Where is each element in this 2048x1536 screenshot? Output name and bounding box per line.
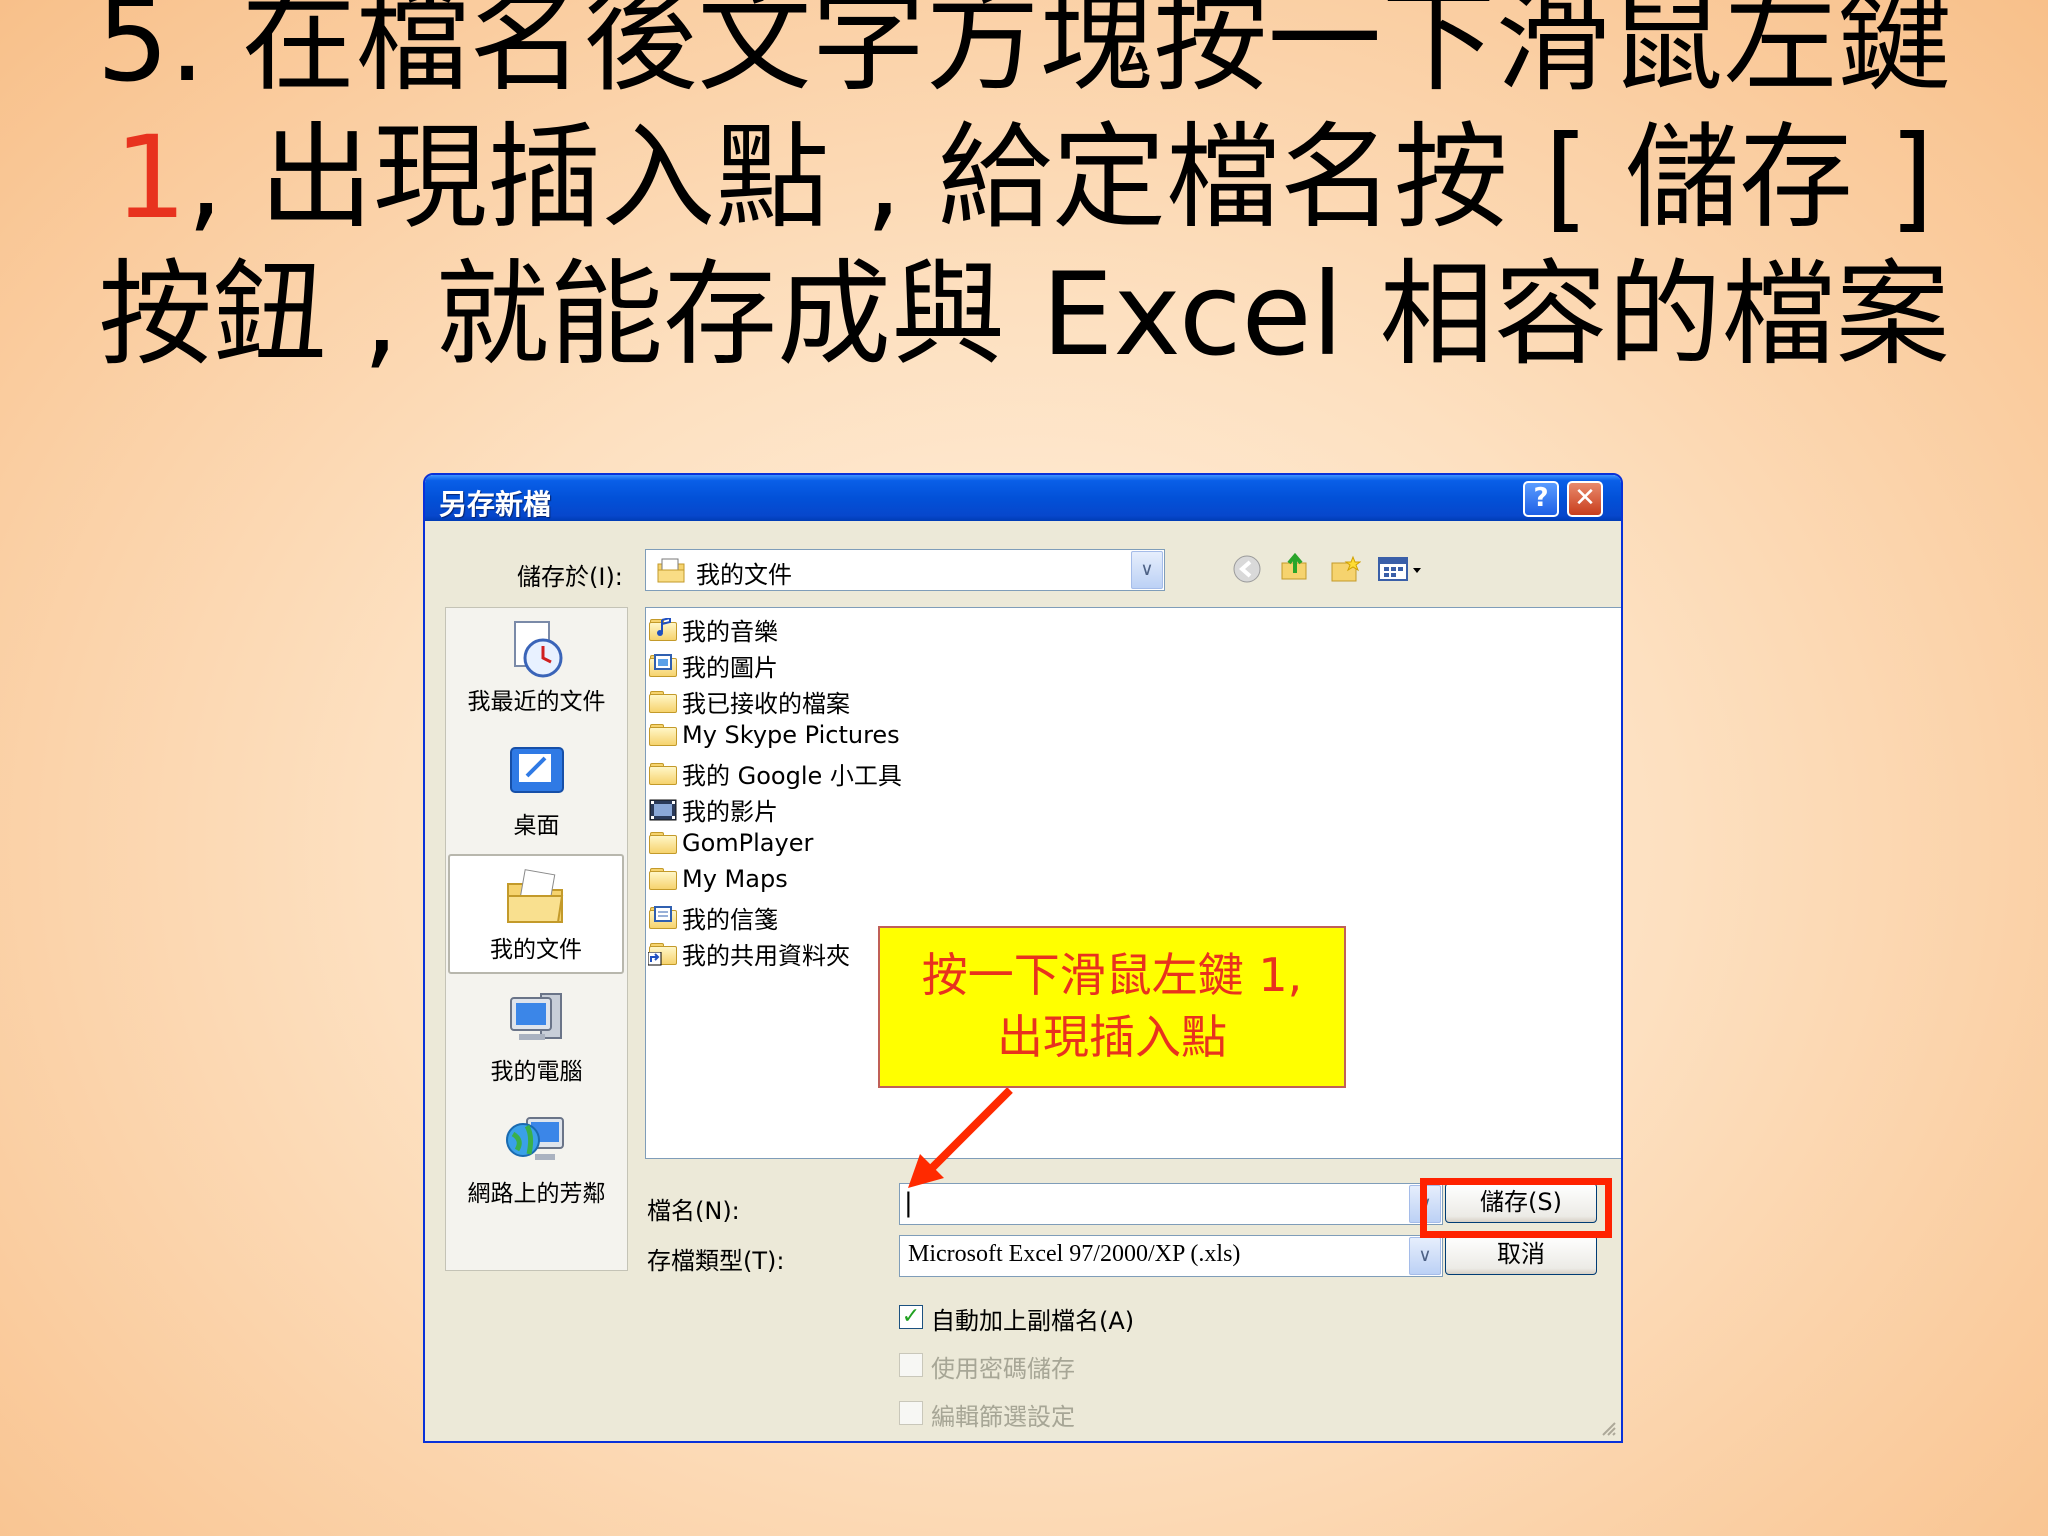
title-step-number: 1 <box>114 111 187 244</box>
slide-title: 5. 在檔名後文字方塊按一下滑鼠左鍵 1, 出現插入點 , 給定檔名按 [ 儲存… <box>60 0 1988 383</box>
stationery-folder-icon <box>648 905 678 930</box>
save-button-highlight <box>1420 1178 1612 1238</box>
recent-documents-icon <box>505 618 569 680</box>
desktop-icon <box>505 742 569 804</box>
my-documents-small-icon <box>656 556 686 584</box>
save-in-dropdown[interactable]: 我的文件 ∨ <box>645 549 1165 591</box>
my-documents-icon <box>504 866 568 928</box>
place-label: 我的電腦 <box>490 1059 583 1085</box>
callout-arrow-icon <box>908 1087 1013 1188</box>
folder-icon <box>648 723 678 747</box>
place-desktop[interactable]: 桌面 <box>446 732 627 852</box>
video-folder-icon <box>648 798 678 822</box>
filetype-label: 存檔類型(T): <box>647 1247 785 1275</box>
back-icon[interactable] <box>1231 553 1263 585</box>
help-button[interactable]: ? <box>1523 481 1559 517</box>
place-label: 我最近的文件 <box>467 689 606 715</box>
place-my-documents[interactable]: 我的文件 <box>448 854 624 974</box>
place-label: 我的文件 <box>490 937 582 963</box>
auto-extension-label: 自動加上副檔名(A) <box>931 1307 1135 1335</box>
place-my-computer[interactable]: 我的電腦 <box>446 978 627 1098</box>
list-item[interactable]: My Skype Pictures <box>648 720 900 754</box>
filter-settings-label: 編輯篩選設定 <box>931 1403 1075 1431</box>
folder-icon <box>648 762 678 786</box>
dialog-titlebar[interactable]: 另存新檔 ? ✕ <box>425 475 1621 521</box>
list-item[interactable]: 我已接收的檔案 <box>648 684 850 718</box>
resize-grip-icon[interactable] <box>1597 1417 1617 1437</box>
chevron-down-icon[interactable]: ∨ <box>1409 1237 1441 1275</box>
filter-settings-checkbox <box>899 1401 923 1425</box>
password-save-checkbox <box>899 1353 923 1377</box>
list-item[interactable]: 我的 Google 小工具 <box>648 756 902 790</box>
save-in-value: 我的文件 <box>696 561 792 589</box>
filename-label: 檔名(N): <box>647 1197 740 1225</box>
callout-line-2: 出現插入點 <box>997 1010 1227 1064</box>
folder-icon <box>648 867 678 891</box>
list-item[interactable]: 我的圖片 <box>648 648 778 682</box>
up-folder-icon[interactable] <box>1279 551 1311 583</box>
chevron-down-icon[interactable]: ∨ <box>1131 551 1163 589</box>
list-item[interactable]: 我的音樂 <box>648 612 778 646</box>
pictures-folder-icon <box>648 653 678 678</box>
save-in-label: 儲存於(I): <box>517 563 623 591</box>
network-places-icon <box>505 1110 569 1172</box>
list-item[interactable]: My Maps <box>648 864 788 898</box>
music-folder-icon <box>648 617 678 642</box>
place-label: 桌面 <box>513 813 560 839</box>
folder-icon <box>648 831 678 855</box>
my-computer-icon <box>505 988 569 1050</box>
cancel-button[interactable]: 取消 <box>1445 1235 1597 1275</box>
title-text-2: , 出現插入點 , 給定檔名按 [ 儲存 ] 按鈕 , 就能存成與 Excel … <box>98 111 1950 381</box>
list-item[interactable]: 我的信箋 <box>648 900 778 934</box>
place-recent-documents[interactable]: 我最近的文件 <box>446 608 627 728</box>
places-bar: 我最近的文件 桌面 我的文件 我的電腦 網路上的芳鄰 <box>445 607 628 1271</box>
dialog-title: 另存新檔 <box>439 488 552 521</box>
filetype-value: Microsoft Excel 97/2000/XP (.xls) <box>908 1241 1241 1267</box>
new-folder-icon[interactable] <box>1329 553 1362 585</box>
callout-line-1: 按一下滑鼠左鍵 1, <box>921 948 1303 1002</box>
list-item[interactable]: 我的共用資料夾 <box>648 936 850 970</box>
folder-icon <box>648 690 678 714</box>
title-text-1: 5. 在檔名後文字方塊按一下滑鼠左鍵 <box>96 0 1952 107</box>
close-button[interactable]: ✕ <box>1567 481 1603 517</box>
list-item[interactable]: 我的影片 <box>648 792 778 826</box>
auto-extension-checkbox[interactable]: ✓ <box>899 1305 923 1329</box>
instruction-callout: 按一下滑鼠左鍵 1, 出現插入點 <box>878 926 1346 1088</box>
place-network[interactable]: 網路上的芳鄰 <box>446 1100 627 1220</box>
place-label: 網路上的芳鄰 <box>467 1181 606 1207</box>
filetype-dropdown[interactable]: Microsoft Excel 97/2000/XP (.xls) ∨ <box>899 1235 1443 1277</box>
password-save-label: 使用密碼儲存 <box>931 1355 1075 1383</box>
list-item[interactable]: GomPlayer <box>648 828 813 862</box>
views-menu-icon[interactable] <box>1377 553 1427 585</box>
shared-folder-icon <box>648 942 678 966</box>
